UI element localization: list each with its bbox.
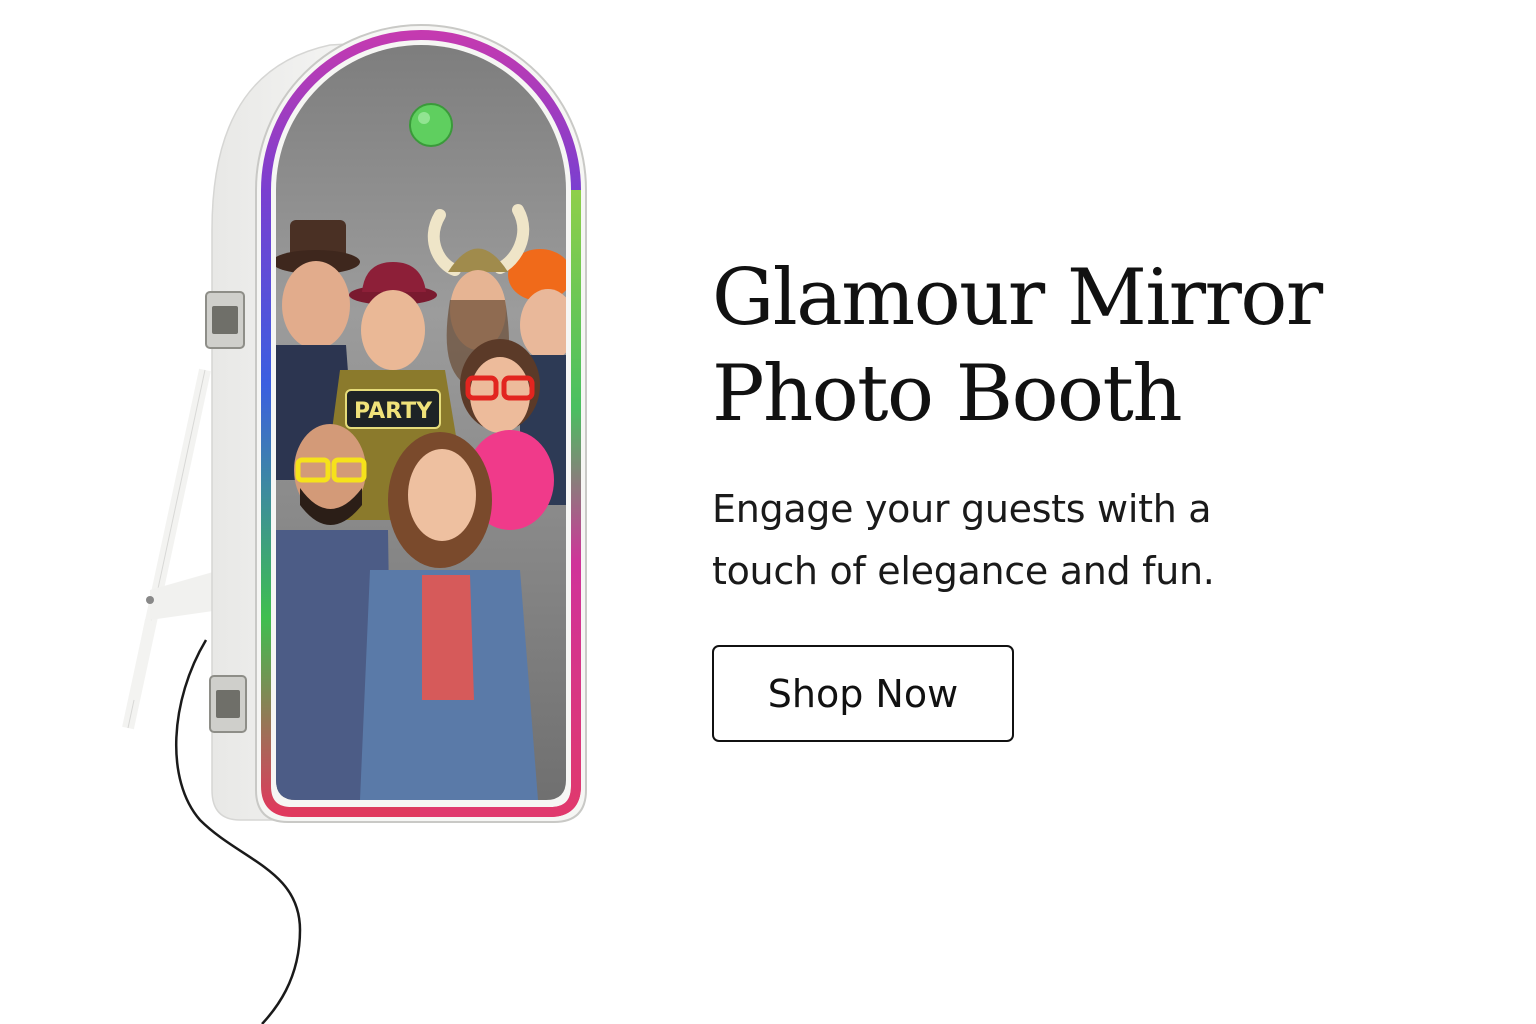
product-tagline-line-2: touch of elegance and fun. [712,549,1215,593]
hero-copy: Glamour Mirror Photo Booth Engage your g… [712,250,1472,742]
mirror-screen: PARTY [276,45,566,800]
status-light-icon [409,103,453,147]
product-tagline: Engage your guests with a touch of elega… [712,478,1472,602]
shop-now-button[interactable]: Shop Now [712,645,1014,742]
party-sign-text: PARTY [354,399,433,424]
product-title-line-1: Glamour Mirror [712,253,1323,343]
side-port-top [205,291,245,349]
easel-stand [122,368,220,730]
product-title: Glamour Mirror Photo Booth [712,250,1472,442]
product-title-line-2: Photo Booth [712,349,1183,439]
side-port-bottom [209,675,247,733]
photo-booth-product-image: PARTY [122,24,587,1024]
party-sign-prop: PARTY [345,389,441,429]
product-tagline-line-1: Engage your guests with a [712,487,1212,531]
hero-banner: PARTY Glamour Mirror Photo Booth Engage … [0,0,1536,1024]
